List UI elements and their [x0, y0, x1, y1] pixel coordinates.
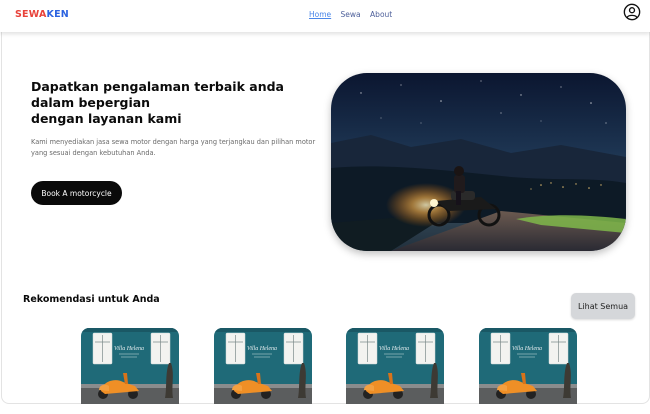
- brand-logo[interactable]: SEWAKEN: [15, 9, 69, 20]
- see-all-button[interactable]: Lihat Semua: [571, 293, 635, 319]
- hero-title: Dapatkan pengalaman terbaik anda dalam b…: [31, 79, 284, 126]
- recommendation-card[interactable]: Villa Helena: [346, 328, 444, 404]
- navbar: SEWAKEN Home Sewa About: [0, 0, 650, 32]
- nav-links: Home Sewa About: [309, 10, 399, 19]
- nav-link-home[interactable]: Home: [309, 10, 331, 19]
- recommendation-card[interactable]: Villa Helena: [81, 328, 179, 404]
- section-title: Rekomendasi untuk Anda: [23, 294, 160, 305]
- card-sign: Villa Helena: [379, 346, 409, 352]
- user-circle-icon[interactable]: [623, 3, 641, 21]
- book-motorcycle-button[interactable]: Book A motorcycle: [31, 181, 122, 205]
- hero-image: [331, 73, 626, 251]
- nav-link-sewa[interactable]: Sewa: [341, 10, 361, 19]
- card-sign: Villa Helena: [247, 346, 277, 352]
- recommendation-card[interactable]: Villa Helena: [214, 328, 312, 404]
- recommendation-card[interactable]: Villa Helena: [479, 328, 577, 404]
- card-sign: Villa Helena: [512, 346, 542, 352]
- nav-link-about[interactable]: About: [370, 10, 392, 19]
- brand-logo-part1: SEWA: [15, 9, 47, 20]
- brand-logo-part2: KEN: [46, 9, 69, 20]
- hero-description: Kami menyediakan jasa sewa motor dengan …: [31, 138, 316, 157]
- card-sign: Villa Helena: [114, 346, 144, 352]
